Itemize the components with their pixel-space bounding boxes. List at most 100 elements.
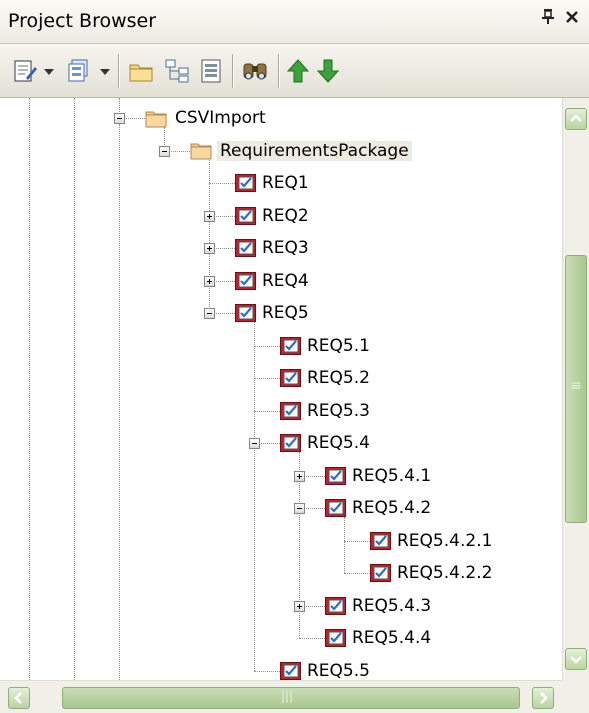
- find-binoculars-icon[interactable]: [242, 58, 268, 84]
- collapse-icon[interactable]: [294, 503, 305, 514]
- new-element-icon[interactable]: [12, 58, 38, 84]
- hierarchy-icon[interactable]: [164, 58, 190, 84]
- tree-requirement-node[interactable]: REQ5.4.2.2: [370, 560, 495, 586]
- requirement-icon: [280, 401, 301, 420]
- requirement-label: REQ5.4.2: [352, 498, 432, 518]
- tree-connector: [299, 638, 325, 639]
- tree-package-node[interactable]: RequirementsPackage: [190, 138, 412, 164]
- properties-icon[interactable]: [198, 58, 224, 84]
- tree-requirement-node[interactable]: REQ5.3: [280, 398, 373, 424]
- requirement-icon: [325, 499, 346, 517]
- collapse-icon[interactable]: [249, 438, 260, 449]
- requirement-label: REQ5.1: [307, 335, 370, 356]
- requirement-icon: [325, 596, 346, 615]
- tree-requirement-node[interactable]: REQ5.5: [280, 658, 373, 681]
- requirement-label: REQ5.4.2.2: [397, 563, 493, 583]
- tree-requirement-node[interactable]: REQ4: [235, 268, 312, 294]
- expand-icon[interactable]: [204, 275, 215, 287]
- requirement-icon: [280, 661, 301, 680]
- tree-requirement-node[interactable]: REQ5.2: [280, 365, 373, 391]
- tree-requirement-node[interactable]: REQ5.4.4: [325, 625, 434, 651]
- requirement-icon: [325, 629, 346, 647]
- expand-icon[interactable]: [204, 210, 215, 222]
- package-label: CSVImport: [175, 108, 266, 128]
- toolbar-separator: [278, 54, 280, 88]
- tree-connector: [254, 345, 280, 347]
- expand-icon[interactable]: [294, 470, 305, 482]
- horizontal-scroll-thumb[interactable]: |||: [62, 687, 520, 709]
- scroll-left-button[interactable]: [8, 687, 30, 709]
- tree-connector: [344, 573, 370, 574]
- requirement-icon: [235, 239, 256, 257]
- package-folder-icon: [190, 141, 212, 160]
- scroll-down-button[interactable]: [565, 648, 587, 670]
- horizontal-scrollbar[interactable]: |||: [0, 680, 562, 713]
- requirement-icon: [235, 304, 256, 322]
- scroll-grip: |||: [281, 689, 294, 703]
- tree-requirement-node[interactable]: REQ3: [235, 235, 312, 261]
- vertical-scrollbar[interactable]: ≡: [562, 98, 589, 680]
- requirement-label: REQ5.4.3: [352, 595, 432, 616]
- scroll-grip: ≡: [570, 378, 582, 394]
- tree-package-node[interactable]: CSVImport: [145, 105, 269, 131]
- requirement-icon: [280, 434, 301, 452]
- pin-icon[interactable]: [541, 8, 555, 29]
- collapse-icon[interactable]: [159, 145, 170, 157]
- tree-requirement-node[interactable]: REQ5.4.2: [325, 495, 434, 521]
- tree-guide-line: [344, 517, 345, 573]
- requirement-icon: [235, 206, 256, 225]
- project-tree[interactable]: CSVImport RequirementsPackage REQ1 REQ2 REQ3…: [0, 98, 562, 680]
- requirement-icon: [325, 466, 346, 485]
- move-up-icon[interactable]: [286, 58, 312, 84]
- move-down-icon[interactable]: [316, 58, 342, 84]
- tree-connector: [344, 540, 370, 542]
- tree-guide-line: [119, 98, 120, 112]
- requirement-label: REQ5.3: [307, 400, 370, 421]
- toolbar-separator: [118, 54, 120, 88]
- requirement-icon: [235, 174, 256, 192]
- vertical-scroll-thumb[interactable]: ≡: [565, 255, 587, 523]
- requirement-icon: [280, 336, 301, 355]
- toolbar: [0, 44, 589, 98]
- requirement-label: REQ5.5: [307, 660, 370, 681]
- scrollbar-corner: [562, 680, 589, 713]
- requirement-label: REQ2: [262, 205, 309, 226]
- new-diagram-dropdown-icon[interactable]: [100, 69, 110, 75]
- package-label: RequirementsPackage: [217, 140, 412, 161]
- scroll-right-button[interactable]: [532, 687, 554, 709]
- tree-guide-line: [119, 124, 120, 680]
- requirement-label: REQ5: [262, 303, 309, 323]
- tree-requirement-node[interactable]: REQ1: [235, 170, 312, 196]
- scroll-up-button[interactable]: [565, 108, 587, 130]
- tree-requirement-node[interactable]: REQ5.4.1: [325, 463, 434, 489]
- requirement-icon: [370, 564, 391, 582]
- toolbar-separator: [232, 54, 234, 88]
- requirement-label: REQ5.4.2.1: [397, 530, 493, 551]
- requirement-label: REQ5.2: [307, 368, 370, 388]
- expand-icon[interactable]: [294, 600, 305, 612]
- tree-guide-line: [254, 322, 255, 671]
- collapse-icon[interactable]: [114, 113, 125, 124]
- requirement-label: REQ4: [262, 270, 309, 291]
- new-element-dropdown-icon[interactable]: [44, 69, 54, 75]
- requirement-label: REQ5.4.4: [352, 628, 432, 648]
- tree-requirement-node[interactable]: REQ5.1: [280, 333, 373, 359]
- tree-connector: [254, 378, 280, 379]
- folder-icon[interactable]: [128, 58, 154, 84]
- tree-requirement-node[interactable]: REQ2: [235, 203, 312, 229]
- expand-icon[interactable]: [204, 243, 215, 254]
- requirement-icon: [235, 271, 256, 290]
- panel-title-bar: Project Browser: [0, 0, 589, 44]
- collapse-icon[interactable]: [204, 308, 215, 319]
- tree-connector: [254, 410, 280, 412]
- package-folder-icon: [145, 109, 167, 128]
- tree-guide-line: [29, 98, 30, 680]
- tree-requirement-node[interactable]: REQ5: [235, 300, 312, 326]
- close-icon[interactable]: [565, 8, 579, 29]
- requirement-label: REQ3: [262, 238, 309, 258]
- tree-requirement-node[interactable]: REQ5.4.3: [325, 593, 434, 619]
- tree-requirement-node[interactable]: REQ5.4: [280, 430, 373, 456]
- requirement-label: REQ5.4: [307, 433, 370, 453]
- tree-requirement-node[interactable]: REQ5.4.2.1: [370, 528, 495, 554]
- new-diagram-icon[interactable]: [66, 58, 92, 84]
